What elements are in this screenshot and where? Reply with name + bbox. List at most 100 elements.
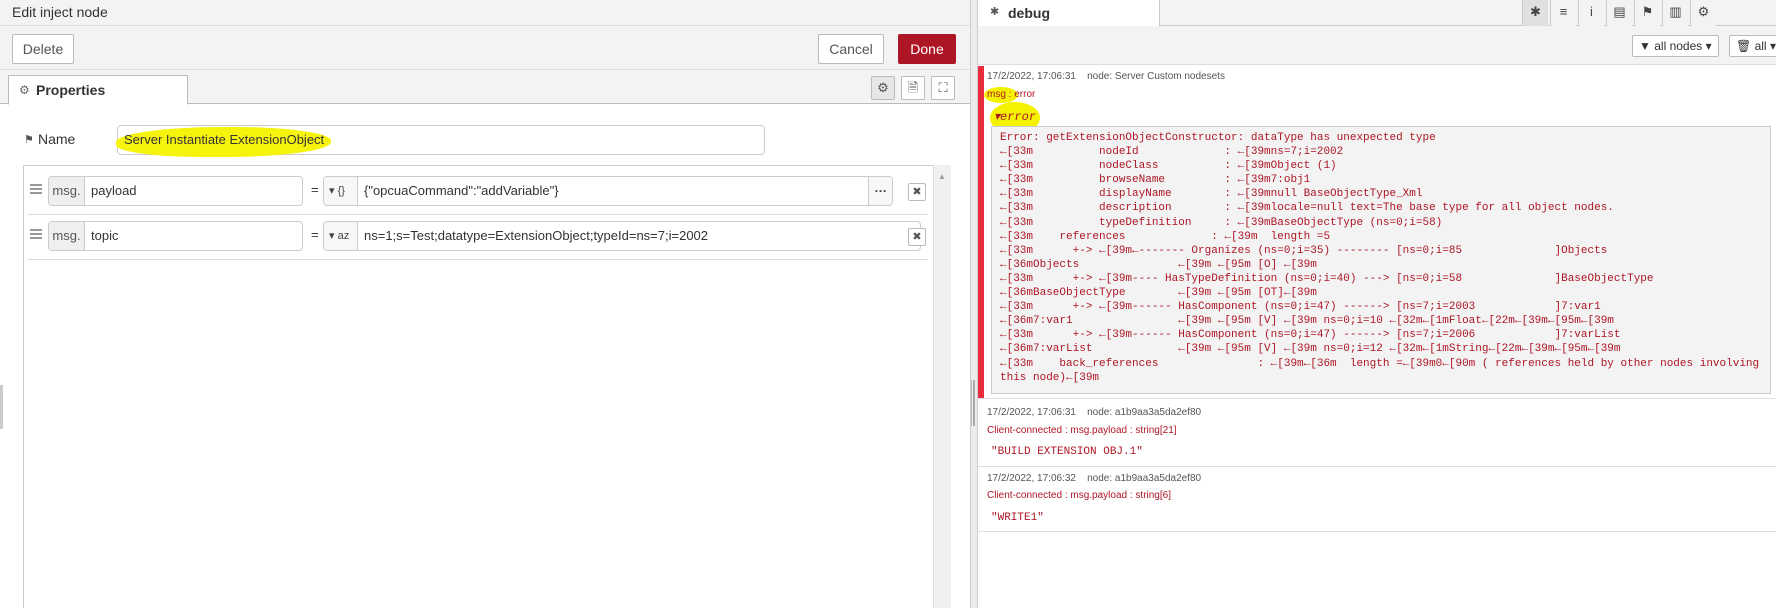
dashboard-chart-icon[interactable]: ▥ bbox=[1662, 0, 1688, 26]
tab-properties[interactable]: ⚙ Properties bbox=[8, 75, 188, 105]
properties-scrollbar[interactable] bbox=[933, 165, 951, 608]
msg-prefix: msg. bbox=[49, 222, 85, 250]
error-line: ←[33m +-> ←[39m------ HasComponent (ns=0… bbox=[1000, 301, 1601, 314]
appearance-tab-icon[interactable]: ⛶ bbox=[931, 76, 955, 100]
error-line: ←[33m description : ←[39mlocale=null tex… bbox=[1000, 202, 1614, 215]
context-data-icon[interactable]: ≡ bbox=[1550, 0, 1576, 26]
message-timestamp: 17/2/2022, 17:06:31 bbox=[987, 407, 1076, 418]
error-line: Error: getExtensionObjectConstructor: da… bbox=[1000, 132, 1436, 144]
error-line: ←[33m +-> ←[39m←------- Organizes (ns=0;… bbox=[1000, 244, 1608, 257]
done-button[interactable]: Done bbox=[898, 34, 956, 64]
error-line: ←[33m +-> ←[39m---- HasTypeDefinition (n… bbox=[1000, 272, 1654, 285]
description-tab-icon[interactable]: 🗎 bbox=[901, 76, 925, 100]
debug-bug-icon[interactable]: ✱ bbox=[1522, 0, 1548, 26]
message-meta: 17/2/2022, 17:06:32 node: a1b9aa3a5da2ef… bbox=[987, 473, 1201, 484]
message-meta: 17/2/2022, 17:06:31 node: a1b9aa3a5da2ef… bbox=[987, 407, 1201, 418]
message-value[interactable]: "BUILD EXTENSION OBJ.1" bbox=[991, 446, 1143, 458]
error-line: ←[33m references : ←[39m length =5 bbox=[1000, 230, 1331, 243]
property-value-field[interactable]: ▾ az ns=1;s=Test;datatype=ExtensionObjec… bbox=[323, 221, 921, 251]
error-detail: Error: getExtensionObjectConstructor: da… bbox=[991, 126, 1771, 394]
cancel-button[interactable]: Cancel bbox=[818, 34, 884, 64]
expand-editor-button[interactable]: … bbox=[868, 177, 892, 205]
property-name-field[interactable]: msg. payload bbox=[48, 176, 303, 206]
tab-debug[interactable]: ✱ debug bbox=[978, 0, 1160, 26]
property-name-field[interactable]: msg. topic bbox=[48, 221, 303, 251]
error-line: ←[33m back_references : ←[39m←[36m lengt… bbox=[1000, 357, 1760, 370]
debug-header: ✱ debug ✱ ≡ i ▤ ⚑ ▥ ⚙ bbox=[978, 0, 1776, 26]
left-resize-grip[interactable] bbox=[0, 385, 3, 429]
config-gear-icon[interactable]: ⚙ bbox=[1690, 0, 1716, 26]
property-value-field[interactable]: ▾ {} {"opcuaCommand":"addVariable"} … bbox=[323, 176, 893, 206]
equals-sign: = bbox=[311, 182, 319, 197]
chevron-down-icon: ▾ bbox=[1769, 39, 1776, 53]
property-row: msg. payload = ▾ {} {"opcuaCommand":"add… bbox=[28, 171, 928, 215]
debug-sidebar: ✱ debug ✱ ≡ i ▤ ⚑ ▥ ⚙ ▼ all nodes ▾ 🗑 al… bbox=[978, 0, 1776, 608]
error-line: ←[33m browseName : ←[39m7:obj1 bbox=[1000, 174, 1311, 187]
edit-tray: Edit inject node Delete Cancel Done ⚙ Pr… bbox=[0, 0, 970, 608]
delete-button[interactable]: Delete bbox=[12, 34, 74, 64]
error-line: ←[33m nodeClass : ←[39mObject (1) bbox=[1000, 160, 1337, 173]
property-row: msg. topic = ▾ az ns=1;s=Test;datatype=E… bbox=[28, 216, 928, 260]
error-line: ←[36mObjects ←[39m ←[95m [O] ←[39m bbox=[1000, 258, 1317, 271]
message-value[interactable]: "WRITE1" bbox=[991, 512, 1044, 524]
debug-message: 17/2/2022, 17:06:31 node: a1b9aa3a5da2ef… bbox=[978, 400, 1776, 467]
scroll-up-icon[interactable]: ▲ bbox=[938, 172, 946, 181]
clear-messages-dropdown[interactable]: 🗑 all ▾ bbox=[1729, 35, 1776, 57]
message-meta: 17/2/2022, 17:06:31 node: Server Custom … bbox=[987, 71, 1225, 82]
flag-icon[interactable]: ⚑ bbox=[1634, 0, 1660, 26]
error-line: ←[33m +-> ←[39m------ HasComponent (ns=0… bbox=[1000, 329, 1621, 342]
name-input[interactable]: Server Instantiate ExtensionObject bbox=[116, 125, 765, 157]
message-timestamp: 17/2/2022, 17:06:32 bbox=[987, 473, 1076, 484]
separator-grip-icon bbox=[971, 380, 972, 426]
tag-icon: ⚑ bbox=[24, 134, 34, 146]
property-value-text: ns=1;s=Test;datatype=ExtensionObject;typ… bbox=[364, 228, 709, 243]
name-label: Name bbox=[38, 131, 76, 147]
msg-prefix: msg. bbox=[49, 177, 85, 205]
error-line: ←[36m7:var1 ←[39m ←[95m [V] ←[39m ns=0;i… bbox=[1000, 315, 1614, 328]
separator-grip-icon bbox=[973, 380, 975, 426]
tray-title: Edit inject node bbox=[12, 4, 108, 20]
tab-properties-label: Properties bbox=[36, 82, 106, 98]
error-line: ←[36m7:varList ←[39m ←[95m [V] ←[39m ns=… bbox=[1000, 343, 1621, 356]
property-value-text: {"opcuaCommand":"addVariable"} bbox=[364, 183, 559, 198]
help-book-icon[interactable]: ▤ bbox=[1606, 0, 1632, 26]
message-timestamp: 17/2/2022, 17:06:31 bbox=[987, 71, 1076, 82]
message-node: node: Server Custom nodesets bbox=[1087, 71, 1225, 82]
property-name-value: payload bbox=[91, 183, 137, 198]
message-topic: Client-connected : msg.payload : string[… bbox=[987, 425, 1177, 436]
clear-label: all bbox=[1754, 39, 1767, 53]
drag-handle-icon[interactable] bbox=[30, 229, 42, 239]
debug-message: 17/2/2022, 17:06:32 node: a1b9aa3a5da2ef… bbox=[978, 467, 1776, 532]
sidebar-separator[interactable] bbox=[970, 0, 978, 608]
json-type-icon[interactable]: ▾ {} bbox=[324, 177, 358, 205]
error-line: ←[33m nodeId : ←[39mns=7;i=2002 bbox=[1000, 146, 1344, 159]
bug-icon: ✱ bbox=[990, 6, 1000, 18]
error-line: ←[33m displayName : ←[39mnull BaseObject… bbox=[1000, 188, 1423, 201]
message-topic: msg : error bbox=[987, 89, 1036, 100]
remove-row-button[interactable]: ✖ bbox=[908, 183, 926, 201]
tray-header: Edit inject node bbox=[0, 0, 970, 26]
name-input-value: Server Instantiate ExtensionObject bbox=[124, 132, 325, 147]
message-topic: Client-connected : msg.payload : string[… bbox=[987, 490, 1171, 501]
filter-label: all nodes bbox=[1654, 39, 1703, 53]
error-band bbox=[978, 66, 984, 398]
remove-row-button[interactable]: ✖ bbox=[908, 228, 926, 246]
string-type-icon[interactable]: ▾ az bbox=[324, 222, 358, 250]
trash-icon: 🗑 bbox=[1736, 39, 1752, 53]
drag-handle-icon[interactable] bbox=[30, 184, 42, 194]
filter-icon: ▼ bbox=[1639, 39, 1651, 53]
chevron-down-icon: ▾ bbox=[1705, 39, 1712, 53]
message-node: node: a1b9aa3a5da2ef80 bbox=[1087, 407, 1202, 418]
filter-nodes-dropdown[interactable]: ▼ all nodes ▾ bbox=[1632, 35, 1719, 57]
error-line: this node)←[39m bbox=[1000, 371, 1100, 384]
property-name-value: topic bbox=[91, 228, 119, 243]
info-icon[interactable]: i bbox=[1578, 0, 1604, 26]
gear-icon: ⚙ bbox=[19, 83, 30, 97]
settings-tab-icon[interactable]: ⚙ bbox=[871, 76, 895, 100]
debug-message: 17/2/2022, 17:06:31 node: Server Custom … bbox=[978, 66, 1776, 399]
equals-sign: = bbox=[311, 227, 319, 242]
message-node: node: a1b9aa3a5da2ef80 bbox=[1087, 473, 1202, 484]
error-line: ←[33m typeDefinition : ←[39mBaseObjectTy… bbox=[1000, 216, 1443, 229]
error-toggle[interactable]: ▾error bbox=[994, 109, 1036, 124]
tab-debug-label: debug bbox=[1008, 5, 1050, 21]
